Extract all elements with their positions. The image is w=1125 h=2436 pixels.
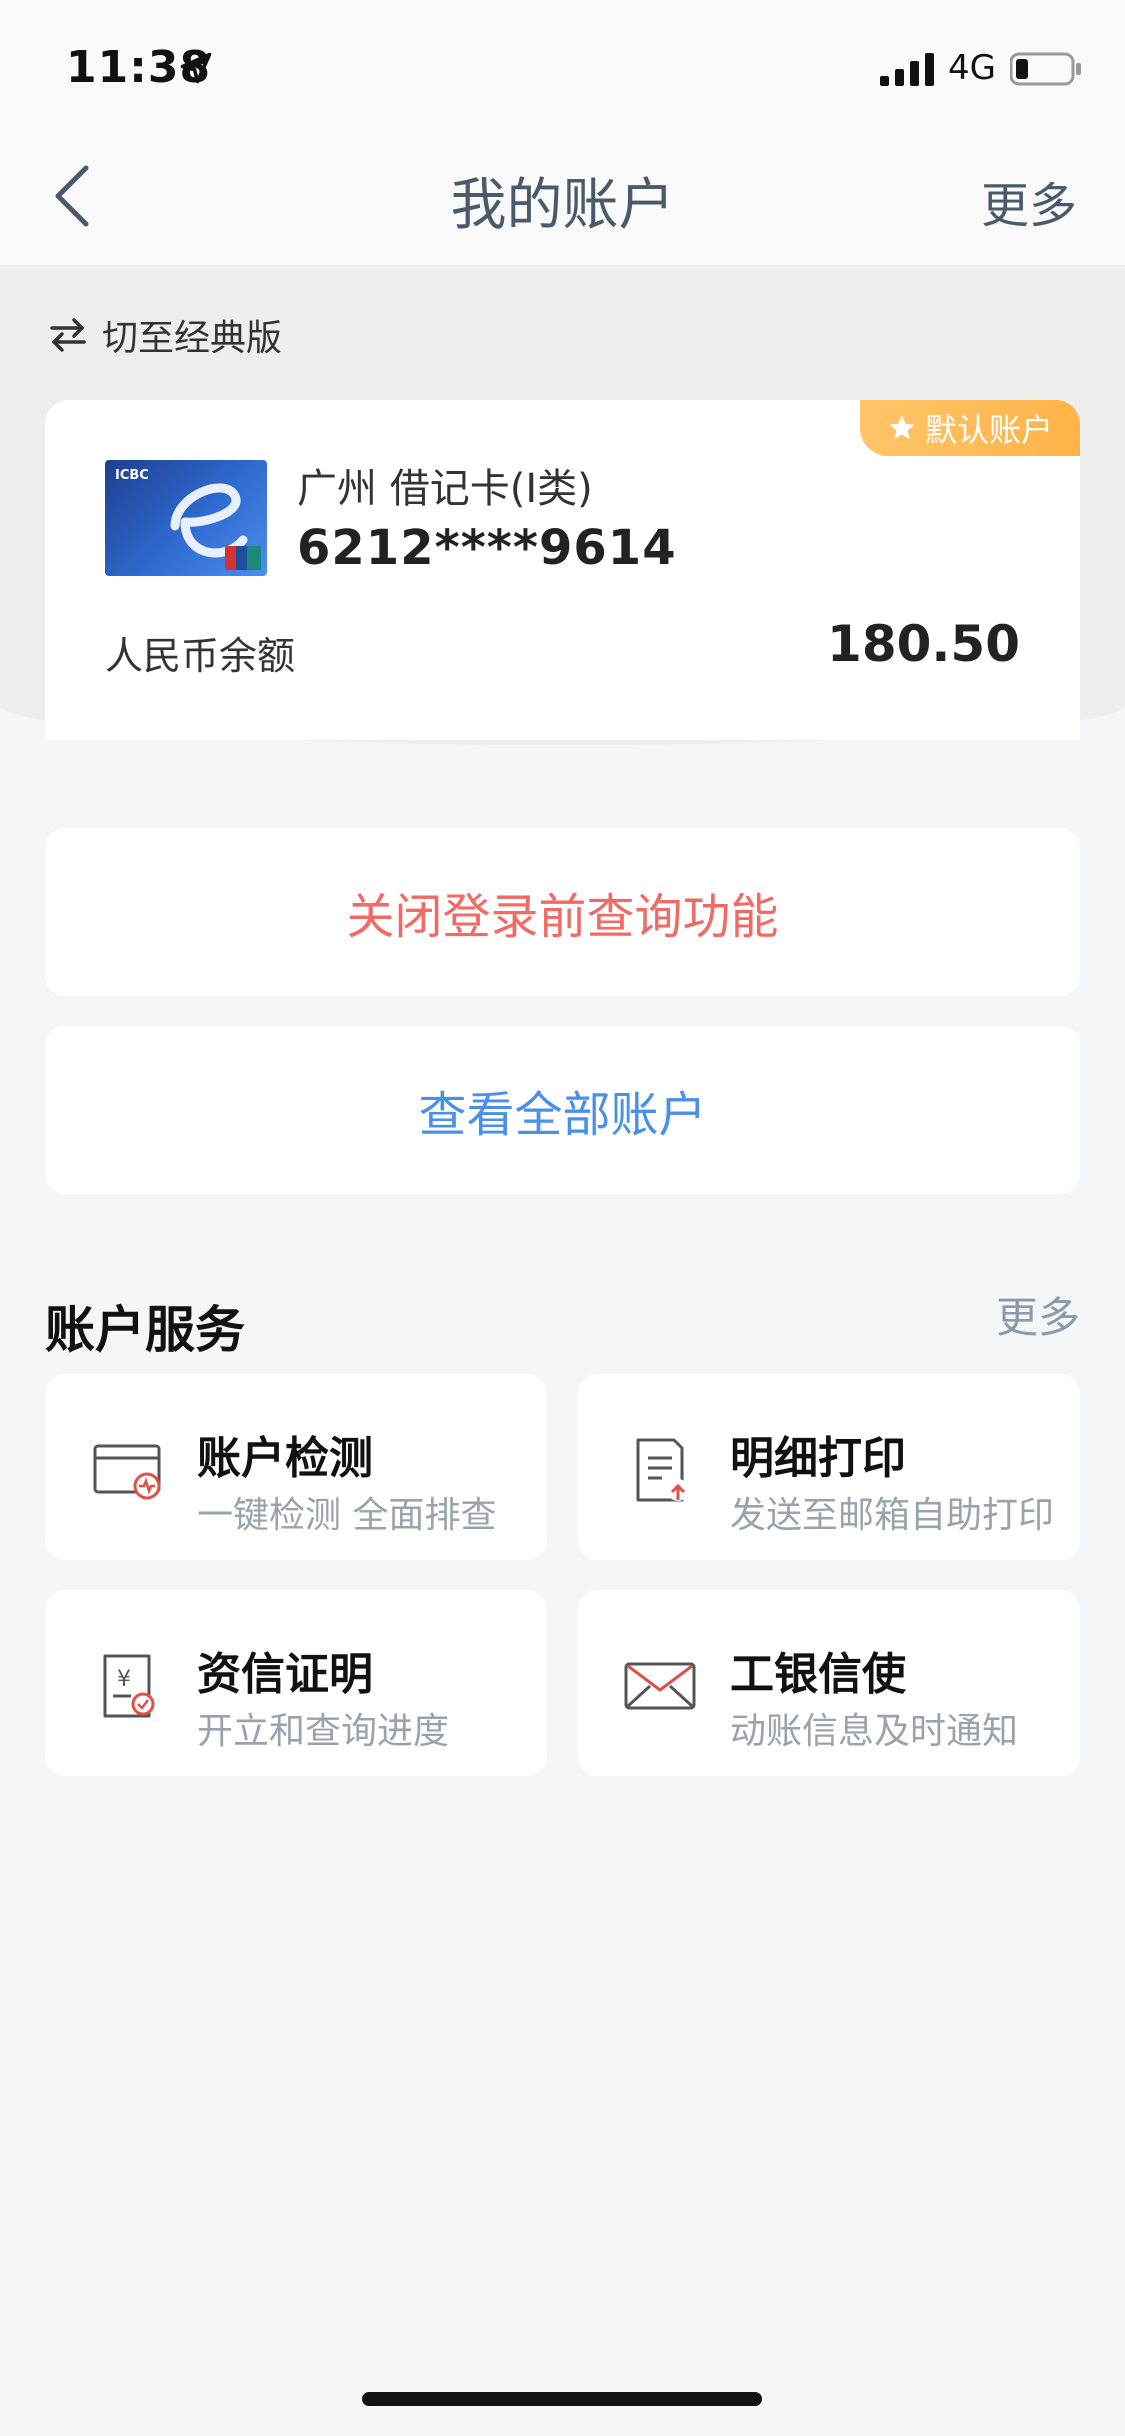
signal-icon <box>880 53 934 86</box>
unionpay-logo-icon <box>225 546 261 570</box>
envelope-icon <box>624 1662 696 1710</box>
card-type: 广州 借记卡(Ⅰ类) <box>297 466 593 512</box>
switch-version-label: 切至经典版 <box>102 318 283 359</box>
service-credit-certificate[interactable]: ¥ 资信证明 开立和查询进度 <box>45 1590 547 1776</box>
account-card[interactable]: 默认账户 ICBC 广州 借记卡(Ⅰ类) 6212****9614 人民币余额 … <box>45 400 1080 740</box>
nav-bar: 我的账户 更多 <box>0 130 1125 265</box>
service-title: 工银信使 <box>730 1649 906 1700</box>
network-type: 4G <box>948 48 996 88</box>
svg-text:¥: ¥ <box>117 1667 131 1692</box>
account-check-icon <box>93 1444 161 1500</box>
service-subtitle: 开立和查询进度 <box>197 1711 450 1752</box>
service-print-detail[interactable]: 明细打印 发送至邮箱自助打印 <box>578 1374 1080 1560</box>
service-title: 账户检测 <box>197 1433 373 1484</box>
star-icon <box>889 415 915 440</box>
view-all-accounts-button[interactable]: 查看全部账户 <box>45 1026 1080 1194</box>
service-title: 明细打印 <box>730 1433 906 1484</box>
balance-label: 人民币余额 <box>105 634 296 678</box>
services-more-button[interactable]: 更多 <box>996 1284 1080 1345</box>
service-icbc-messenger[interactable]: 工银信使 动账信息及时通知 <box>578 1590 1080 1776</box>
close-prelogin-query-button[interactable]: 关闭登录前查询功能 <box>45 828 1080 996</box>
switch-version-button[interactable]: 切至经典版 <box>48 310 282 360</box>
home-indicator[interactable] <box>362 2392 762 2406</box>
location-arrow-icon <box>180 52 212 84</box>
service-subtitle: 一键检测 全面排查 <box>197 1495 497 1536</box>
page-title: 我的账户 <box>450 173 675 238</box>
status-bar: 11:38 4G <box>0 0 1125 130</box>
default-account-badge: 默认账户 <box>860 400 1080 456</box>
bank-logo: ICBC <box>115 468 149 483</box>
switch-arrows-icon <box>50 318 86 352</box>
bank-card-image: ICBC <box>105 460 267 576</box>
card-number: 6212****9614 <box>297 520 677 576</box>
print-detail-icon <box>636 1438 689 1502</box>
service-title: 资信证明 <box>197 1649 373 1700</box>
screen: 11:38 4G 我的账户 更多 切至经典版 默认账户 ICBC 广州 借记卡(… <box>0 0 1125 2436</box>
service-subtitle: 发送至邮箱自助打印 <box>730 1495 1055 1536</box>
services-title: 账户服务 <box>45 1301 245 1359</box>
nav-more-button[interactable]: 更多 <box>981 166 1077 236</box>
default-account-label: 默认账户 <box>924 411 1053 449</box>
battery-icon <box>1010 52 1081 86</box>
balance-value: 180.50 <box>827 615 1020 673</box>
service-subtitle: 动账信息及时通知 <box>730 1711 1019 1752</box>
service-account-check[interactable]: 账户检测 一键检测 全面排查 <box>45 1374 547 1560</box>
credit-certificate-icon: ¥ <box>103 1654 155 1718</box>
